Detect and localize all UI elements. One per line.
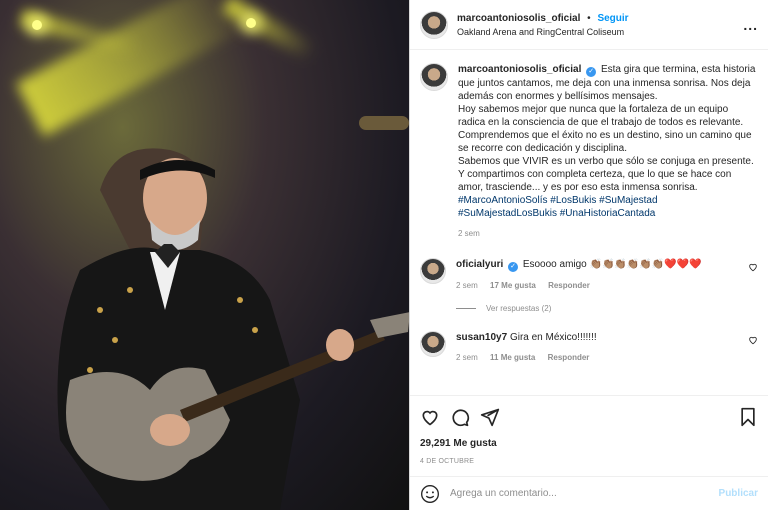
- caption: marcoantoniosolis_oficial ✓ Esta gira qu…: [420, 63, 758, 240]
- caption-username[interactable]: marcoantoniosolis_oficial: [458, 64, 581, 75]
- view-replies-toggle[interactable]: Ver respuestas (2): [456, 304, 758, 313]
- commenter-username[interactable]: susan10y7: [456, 332, 507, 343]
- microphone: [359, 116, 409, 130]
- post-header: marcoantoniosolis_oficial • Seguir Oakla…: [410, 0, 768, 50]
- post-photo[interactable]: [0, 0, 409, 510]
- caption-hashtags[interactable]: #MarcoAntonioSolís #LosBukis #SuMajestad…: [458, 194, 758, 220]
- post-actions: 29,291 Me gusta 4 DE OCTUBRE: [410, 395, 768, 465]
- comment-text: Esoooo amigo 👏🏽👏🏽👏🏽👏🏽👏🏽👏🏽❤️❤️❤️: [522, 259, 702, 270]
- reply-button[interactable]: Responder: [548, 281, 590, 290]
- replies-line: [456, 308, 476, 309]
- performer-with-guitar: [57, 148, 409, 510]
- commenter-avatar[interactable]: [420, 331, 446, 357]
- like-comment-heart-icon[interactable]: [748, 335, 758, 345]
- add-comment-bar: Publicar: [410, 476, 768, 510]
- like-comment-heart-icon[interactable]: [748, 262, 758, 272]
- comment-time[interactable]: 2 sem: [456, 281, 478, 290]
- more-options-icon[interactable]: ...: [743, 17, 758, 33]
- comment-bubble-icon[interactable]: [450, 407, 470, 427]
- comment-input[interactable]: [450, 488, 719, 499]
- comment-item: susan10y7 Gira en México!!!!!!! 2 sem 11…: [420, 331, 758, 364]
- separator-dot: •: [587, 12, 591, 24]
- caption-line: Hoy sabemos mejor que nunca que la forta…: [458, 104, 744, 128]
- caption-author-avatar[interactable]: [420, 63, 448, 91]
- stage-lamp: [246, 18, 256, 28]
- comment-likes[interactable]: 11 Me gusta: [490, 353, 535, 362]
- post-date[interactable]: 4 DE OCTUBRE: [420, 458, 758, 465]
- post-location[interactable]: Oakland Arena and RingCentral Coliseum: [457, 27, 743, 37]
- publish-button[interactable]: Publicar: [719, 488, 758, 499]
- comment-time[interactable]: 2 sem: [456, 353, 478, 362]
- verified-badge-icon: ✓: [508, 262, 519, 272]
- author-username[interactable]: marcoantoniosolis_oficial: [457, 13, 580, 24]
- stage-lamp: [32, 20, 42, 30]
- like-heart-icon[interactable]: [420, 407, 440, 427]
- follow-button[interactable]: Seguir: [597, 13, 628, 24]
- likes-count[interactable]: 29,291 Me gusta: [420, 438, 758, 449]
- author-avatar[interactable]: [420, 10, 448, 39]
- commenter-username[interactable]: oficialyuri: [456, 259, 503, 270]
- post-sidebar: marcoantoniosolis_oficial • Seguir Oakla…: [409, 0, 768, 510]
- comment-likes[interactable]: 17 Me gusta: [490, 281, 536, 290]
- caption-line: Y compartimos con completa certeza, que …: [458, 169, 732, 193]
- verified-badge-icon: ✓: [586, 67, 597, 77]
- caption-line: Sabemos que VIVIR es un verbo que sólo s…: [458, 156, 754, 167]
- emoji-icon[interactable]: [420, 484, 440, 504]
- comment-text: Gira en México!!!!!!!: [509, 332, 597, 343]
- reply-button[interactable]: Responder: [548, 353, 590, 362]
- save-bookmark-icon[interactable]: [738, 407, 758, 427]
- caption-line: Comprendemos que el éxito no es un desti…: [458, 130, 752, 154]
- caption-time[interactable]: 2 sem: [458, 229, 480, 238]
- view-replies-label: Ver respuestas (2): [486, 304, 552, 313]
- share-send-icon[interactable]: [480, 407, 500, 427]
- comments-panel[interactable]: marcoantoniosolis_oficial ✓ Esta gira qu…: [410, 51, 768, 393]
- comment-item: oficialyuri ✓ Esoooo amigo 👏🏽👏🏽👏🏽👏🏽👏🏽👏🏽❤…: [420, 258, 758, 292]
- commenter-avatar[interactable]: [420, 258, 446, 284]
